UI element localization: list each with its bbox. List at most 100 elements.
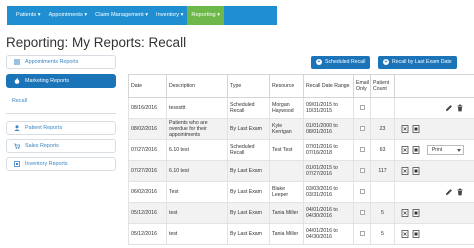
column-header-actions (394, 74, 474, 98)
excel-icon[interactable] (401, 125, 409, 133)
email-only-checkbox[interactable] (359, 125, 365, 131)
sidebar-item-appointments-reports[interactable]: Appointments Reports (6, 55, 116, 69)
recall-by-last-exam-button[interactable]: + Recall by Last Exam Date (378, 56, 457, 69)
column-header-description[interactable]: Description (166, 74, 228, 98)
cell-type: Scheduled Recall (227, 97, 270, 119)
nav-patients[interactable]: Patients ▾ (7, 6, 45, 25)
cell-actions (394, 97, 474, 119)
cell-type: By Last Exam (227, 202, 270, 224)
print-select[interactable]: Print (426, 145, 464, 155)
sidebar-item-inventory-reports[interactable]: Inventory Reports (6, 157, 116, 171)
cell-resource: Tania Miller (269, 223, 304, 245)
table-row[interactable]: 05/12/2016 test By Last Exam Tania Mille… (128, 223, 474, 245)
table-row[interactable]: 08/16/2016 tesssttt Scheduled Recall Mor… (128, 97, 474, 119)
cell-actions (394, 181, 474, 203)
cell-recall-date-range: 01/01/2015 to 07/27/2016 (303, 160, 354, 182)
print-select-value: Print (431, 147, 443, 153)
list-icon (14, 59, 20, 65)
sidebar-item-label: Appointments Reports (25, 59, 79, 65)
cell-description: test (166, 223, 228, 245)
pdf-icon[interactable] (412, 146, 420, 154)
box-icon (14, 161, 20, 167)
cell-type: By Last Exam (227, 223, 270, 245)
cell-type: By Last Exam (227, 181, 270, 203)
excel-icon[interactable] (401, 167, 409, 175)
apple-icon (14, 78, 20, 84)
cell-patient-count: 5 (370, 223, 395, 245)
cell-resource: Kyle Kerrigan (269, 118, 304, 140)
column-header-type[interactable]: Type (227, 74, 270, 98)
cell-date: 05/12/2016 (128, 202, 167, 224)
user-icon (14, 125, 20, 131)
email-only-checkbox[interactable] (359, 230, 365, 236)
scheduled-recall-label: Scheduled Recall (325, 59, 366, 65)
excel-icon[interactable] (401, 146, 409, 154)
email-only-checkbox[interactable] (359, 188, 365, 194)
cell-patient-count: 5 (370, 202, 395, 224)
email-only-checkbox[interactable] (359, 167, 365, 173)
cell-actions (394, 118, 474, 140)
cell-actions (394, 202, 474, 224)
trash-icon[interactable] (456, 188, 464, 196)
sidebar-item-marketing-reports[interactable]: Marketing Reports (6, 74, 116, 88)
cell-date: 05/12/2016 (128, 223, 167, 245)
sidebar-subitem-recall[interactable]: Recall (12, 98, 27, 104)
cell-resource: Tania Miller (269, 202, 304, 224)
trash-icon[interactable] (456, 104, 464, 112)
nav-appointments[interactable]: Appointments ▾ (45, 6, 92, 25)
scheduled-recall-button[interactable]: + Scheduled Recall (311, 56, 371, 69)
cell-email-only (353, 97, 371, 119)
pdf-icon[interactable] (412, 230, 420, 238)
cart-icon (14, 143, 20, 149)
pdf-icon[interactable] (412, 125, 420, 133)
email-only-checkbox[interactable] (359, 104, 365, 110)
column-header-email-only[interactable]: Email Only (353, 74, 371, 98)
sidebar-item-label: Inventory Reports (25, 161, 68, 167)
cell-date: 08/16/2016 (128, 97, 167, 119)
pdf-icon[interactable] (412, 209, 420, 217)
column-header-patient-count[interactable]: Patient Count (370, 74, 395, 98)
table-row[interactable]: 05/12/2016 test By Last Exam Tania Mille… (128, 202, 474, 224)
main-navbar: Patients ▾ Appointments ▾ Claim Manageme… (7, 6, 277, 25)
sidebar-item-sales-reports[interactable]: Sales Reports (6, 139, 116, 153)
pdf-icon[interactable] (412, 167, 420, 175)
sidebar-item-label: Patient Reports (25, 125, 63, 131)
cell-type: By Last Exam (227, 160, 270, 182)
table-row[interactable]: 08/02/2016 Patients who are overdue for … (128, 118, 474, 140)
excel-icon[interactable] (401, 209, 409, 217)
cell-email-only (353, 160, 371, 182)
cell-resource: Blake Leeper (269, 181, 304, 203)
table-row[interactable]: 07/27/2016 6.10 test Scheduled Recall Te… (128, 139, 474, 161)
column-header-date[interactable]: Date (128, 74, 167, 98)
cell-resource: Morgan Haywood (269, 97, 304, 119)
pencil-icon[interactable] (445, 188, 453, 196)
nav-inventory[interactable]: Inventory ▾ (152, 6, 187, 25)
email-only-checkbox[interactable] (359, 209, 365, 215)
pencil-icon[interactable] (445, 104, 453, 112)
plus-icon: + (316, 58, 322, 65)
nav-reporting[interactable]: Reporting ▾ (187, 6, 225, 25)
cell-email-only (353, 202, 371, 224)
nav-claim-management[interactable]: Claim Management ▾ (91, 6, 152, 25)
recall-by-last-exam-label: Recall by Last Exam Date (392, 59, 452, 65)
cell-description: tesssttt (166, 97, 228, 119)
cell-actions (394, 160, 474, 182)
sidebar-item-patient-reports[interactable]: Patient Reports (6, 121, 116, 135)
sidebar-divider (6, 113, 116, 114)
excel-icon[interactable] (401, 230, 409, 238)
cell-description: 6.10 test (166, 160, 228, 182)
cell-actions (394, 223, 474, 245)
plus-icon: + (383, 58, 389, 65)
cell-date: 07/27/2016 (128, 139, 167, 161)
cell-patient-count: 23 (370, 118, 395, 140)
cell-recall-date-range: 04/01/2016 to 04/30/2016 (303, 202, 354, 224)
cell-email-only (353, 181, 371, 203)
table-row[interactable]: 06/02/2016 Test By Last Exam Blake Leepe… (128, 181, 474, 203)
table-row[interactable]: 07/27/2016 6.10 test By Last Exam 01/01/… (128, 160, 474, 182)
column-header-recall-date-range[interactable]: Recall Date Range (303, 74, 354, 98)
email-only-checkbox[interactable] (359, 146, 365, 152)
sidebar-item-label: Marketing Reports (25, 78, 70, 84)
column-header-resource[interactable]: Resource (269, 74, 304, 98)
cell-recall-date-range: 07/01/2016 to 07/16/2018 (303, 139, 354, 161)
cell-patient-count (370, 181, 395, 203)
